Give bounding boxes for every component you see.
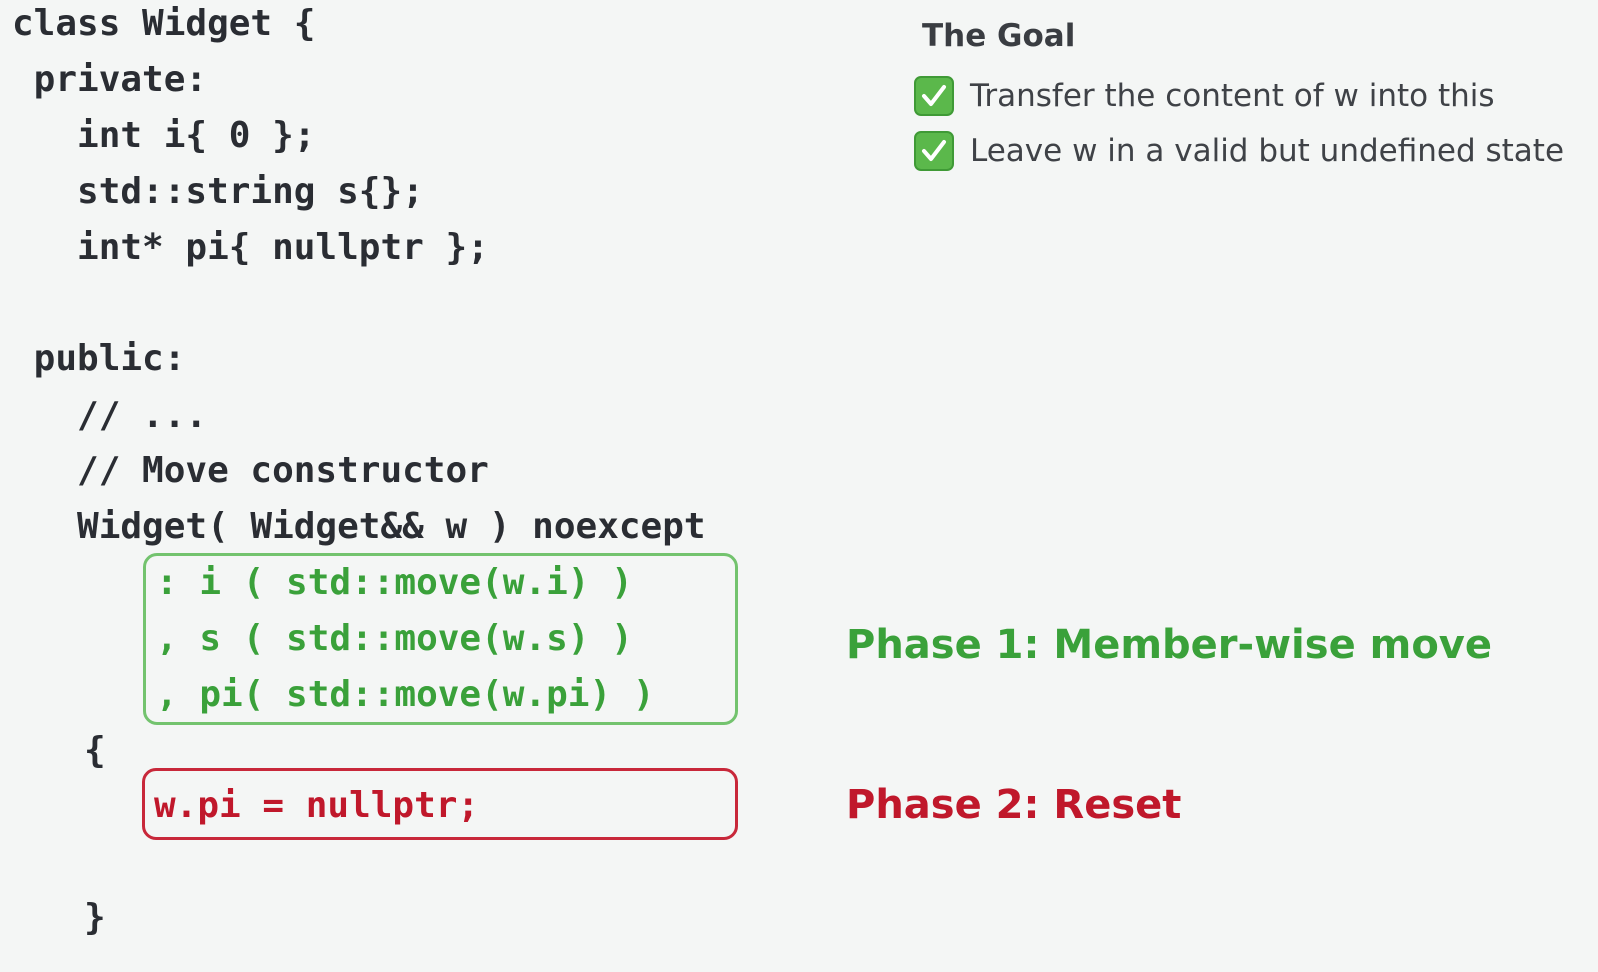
goal-item-label: Transfer the content of w into this xyxy=(970,78,1495,114)
code-listing: class Widget { private: int i{ 0 }; std:… xyxy=(0,0,706,938)
code-line-int-pi: int* pi{ nullptr }; xyxy=(12,227,489,268)
phase1-label: Phase 1: Member-wise move xyxy=(846,622,1492,668)
code-line-comment-ellipsis: // ... xyxy=(12,395,208,436)
goal-title: The Goal xyxy=(922,18,1076,54)
code-line-signature: Widget( Widget&& w ) noexcept xyxy=(12,506,706,547)
code-close-brace: } xyxy=(84,897,106,938)
code-line-string-s: std::string s{}; xyxy=(12,171,424,212)
reset-highlight-box xyxy=(142,768,738,840)
checkmark-icon xyxy=(914,76,954,116)
code-line-comment-move: // Move constructor xyxy=(12,450,489,491)
member-move-highlight-box xyxy=(143,553,738,725)
checkmark-icon xyxy=(914,131,954,171)
code-line-int-i: int i{ 0 }; xyxy=(12,115,316,156)
goal-item-leave-valid: Leave w in a valid but undefined state xyxy=(914,129,1564,173)
code-line-private: private: xyxy=(12,59,208,100)
code-line-public: public: xyxy=(12,338,186,379)
goal-item-transfer: Transfer the content of w into this xyxy=(914,74,1495,118)
goal-item-label: Leave w in a valid but undefined state xyxy=(970,133,1565,169)
phase2-label: Phase 2: Reset xyxy=(846,782,1182,828)
code-line-class: class Widget { xyxy=(12,3,316,44)
code-open-brace: { xyxy=(84,730,106,771)
